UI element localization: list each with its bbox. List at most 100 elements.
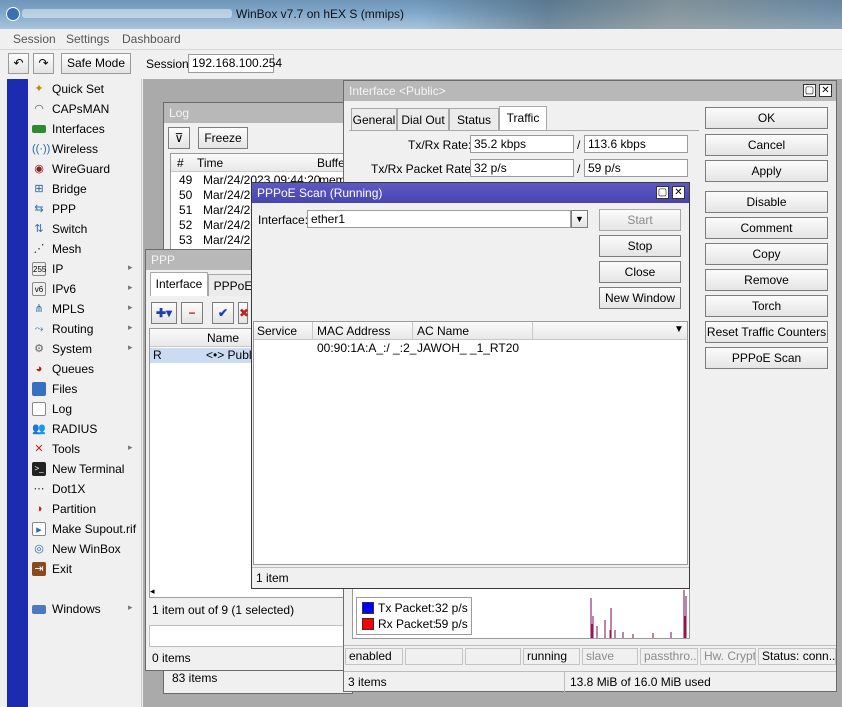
pppoe-scan-button[interactable]: PPPoE Scan [705, 347, 828, 369]
interface-dropdown-button[interactable]: ▼ [571, 210, 588, 228]
rx-rate-field[interactable]: 113.6 kbps [584, 135, 688, 153]
sidebar-item-quick-set[interactable]: ✦ Quick Set [28, 79, 142, 99]
column-divider [312, 322, 313, 340]
redo-button[interactable]: ↷ [33, 53, 54, 74]
tab-general[interactable]: General [351, 108, 397, 130]
sidebar-item-log[interactable]: Log [28, 399, 142, 419]
sidebar-item-label: Make Supout.rif [52, 522, 137, 536]
reset-traffic-counters-button[interactable]: Reset Traffic Counters [705, 321, 828, 343]
pppoe-scan-window-title: PPPoE Scan (Running) [252, 183, 689, 203]
sidebar-item-wireless[interactable]: ((·)) Wireless [28, 139, 142, 159]
scroll-left-icon[interactable]: ◂ [150, 586, 160, 596]
rx-packet-legend-value: 59 p/s [435, 617, 468, 631]
status-passthrough: passthro... [640, 648, 698, 665]
column-ac-name[interactable]: AC Name [417, 324, 469, 338]
session-label: Session: [146, 57, 193, 71]
sidebar-item-ip[interactable]: 255 IP ▸ [28, 259, 142, 279]
ppp-subtable [149, 625, 346, 647]
interface-select[interactable]: ether1 [307, 210, 571, 228]
column-mac-address[interactable]: MAC Address [317, 324, 390, 338]
tx-packet-rate-field[interactable]: 32 p/s [470, 159, 574, 177]
sidebar-item-dot1x[interactable]: ⋯ Dot1X [28, 479, 142, 499]
close-scan-button[interactable]: Close [599, 261, 681, 283]
column-name[interactable]: Name [207, 331, 239, 345]
menu-settings[interactable]: Settings [66, 32, 109, 46]
freeze-button[interactable]: Freeze [198, 127, 248, 149]
sidebar-item-exit[interactable]: ⇥ Exit [28, 559, 142, 579]
chevron-right-icon: ▸ [128, 322, 133, 332]
rx-packet-rate-field[interactable]: 59 p/s [584, 159, 688, 177]
start-button[interactable]: Start [599, 209, 681, 231]
toolbar: ↶ ↷ Safe Mode Session: 192.168.100.254 [0, 50, 842, 78]
status-hw-crypto: Hw. Crypto [700, 648, 756, 665]
column-chooser-icon[interactable]: ▼ [674, 324, 684, 335]
filter-button[interactable]: ⊽ [168, 127, 190, 149]
close-button[interactable]: ✕ [672, 186, 685, 199]
graph-legend: Tx Packet: 32 p/s Rx Packet: 59 p/s [356, 597, 472, 635]
sidebar-item-wireguard[interactable]: ◉ WireGuard [28, 159, 142, 179]
remove-interface-button[interactable]: Remove [705, 269, 828, 291]
column-buffer[interactable]: Buffe [317, 156, 345, 170]
sidebar-item-radius[interactable]: 👥 RADIUS [28, 419, 142, 439]
sidebar-item-new-winbox[interactable]: ◎ New WinBox [28, 539, 142, 559]
column-service[interactable]: Service [257, 324, 297, 338]
table-row[interactable]: 00:90:1A:A_:/ _:2_ JAWOH_ _1_RT20 [254, 341, 687, 356]
sidebar-item-mpls[interactable]: ⋔ MPLS ▸ [28, 299, 142, 319]
stop-button[interactable]: Stop [599, 235, 681, 257]
sidebar-item-ipv6[interactable]: v6 IPv6 ▸ [28, 279, 142, 299]
sidebar-item-ppp[interactable]: ⇆ PPP [28, 199, 142, 219]
disable-interface-button[interactable]: Disable [705, 191, 828, 213]
sidebar-item-new-terminal[interactable]: >_ New Terminal [28, 459, 142, 479]
supout-icon: ▸ [32, 522, 46, 536]
session-address-field[interactable]: 192.168.100.254 [188, 54, 282, 73]
undo-button[interactable]: ↶ [8, 53, 29, 74]
maximize-button[interactable]: ▢ [656, 186, 669, 199]
torch-button[interactable]: Torch [705, 295, 828, 317]
sidebar-item-label: Bridge [52, 182, 87, 196]
enable-button[interactable]: ✔ [212, 302, 234, 324]
maximize-button[interactable]: ▢ [803, 84, 816, 97]
sidebar-item-bridge[interactable]: ⊞ Bridge [28, 179, 142, 199]
scan-results-table: Service MAC Address AC Name ▼ 00:90:1A:A… [253, 321, 688, 565]
new-window-button[interactable]: New Window [599, 287, 681, 309]
copy-button[interactable]: Copy [705, 243, 828, 265]
sidebar-item-files[interactable]: Files [28, 379, 142, 399]
remove-button[interactable]: − [181, 302, 203, 324]
status-cell [465, 648, 521, 665]
sidebar-item-label: Wireless [52, 142, 99, 156]
ok-button[interactable]: OK [705, 107, 828, 129]
column-time[interactable]: Time [197, 156, 223, 170]
tab-interface[interactable]: Interface [150, 272, 208, 296]
sidebar-item-interfaces[interactable]: Interfaces [28, 119, 142, 139]
sidebar-item-mesh[interactable]: ⋰ Mesh [28, 239, 142, 259]
sidebar-item-make-supout[interactable]: ▸ Make Supout.rif [28, 519, 142, 539]
safe-mode-button[interactable]: Safe Mode [61, 53, 131, 74]
menu-session[interactable]: Session [13, 32, 56, 46]
apply-button[interactable]: Apply [705, 160, 828, 182]
sidebar-item-routing[interactable]: ⤳ Routing ▸ [28, 319, 142, 339]
comment-button[interactable]: Comment [705, 217, 828, 239]
sidebar-item-switch[interactable]: ⇅ Switch [28, 219, 142, 239]
disable-button[interactable]: ✖ [238, 302, 249, 324]
memory-usage: 13.8 MiB of 16.0 MiB used [570, 675, 711, 689]
tab-traffic[interactable]: Traffic [499, 106, 547, 130]
sidebar-item-label: System [52, 342, 93, 356]
tx-rate-field[interactable]: 35.2 kbps [470, 135, 574, 153]
sidebar-item-label: Switch [52, 222, 88, 236]
cancel-button[interactable]: Cancel [705, 134, 828, 156]
column-number[interactable]: # [177, 156, 184, 170]
menu-dashboard[interactable]: Dashboard [122, 32, 181, 46]
check-icon: ✔ [217, 306, 229, 320]
close-button[interactable]: ✕ [819, 84, 832, 97]
sidebar-item-partition[interactable]: ◑ Partition [28, 499, 142, 519]
log-window-title: Log [164, 103, 352, 123]
ppp-icon: ⇆ [34, 203, 44, 215]
sidebar-item-capsman[interactable]: ◠ CAPsMAN [28, 99, 142, 119]
tab-status[interactable]: Status [449, 108, 499, 130]
sidebar-item-tools[interactable]: ✕ Tools ▸ [28, 439, 142, 459]
sidebar-item-windows[interactable]: Windows ▸ [28, 599, 142, 619]
tab-dial-out[interactable]: Dial Out [397, 108, 449, 130]
sidebar-item-queues[interactable]: ◕ Queues [28, 359, 142, 379]
add-button[interactable]: ✚▾ [151, 302, 177, 324]
sidebar-item-system[interactable]: ⚙ System ▸ [28, 339, 142, 359]
